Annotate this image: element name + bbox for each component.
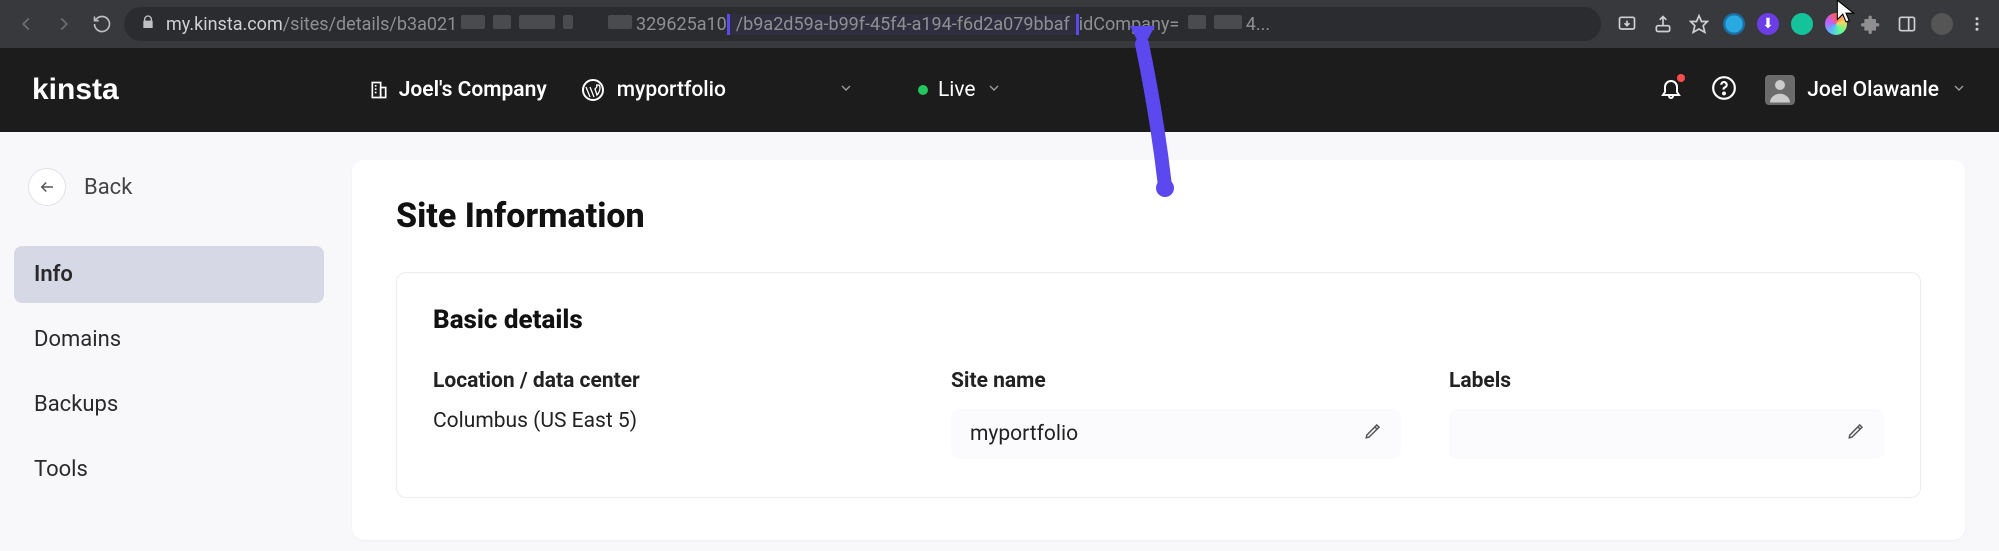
panel-title: Basic details [433, 305, 1884, 335]
location-label: Location / data center [433, 369, 903, 393]
sitename-label: Site name [951, 369, 1401, 393]
details-row: Location / data center Columbus (US East… [433, 369, 1884, 459]
sidebar-item-label: Tools [34, 457, 88, 482]
browser-forward-button[interactable] [48, 8, 80, 40]
side-panel-icon[interactable] [1895, 12, 1919, 36]
edit-icon[interactable] [1847, 422, 1865, 446]
site-switcher[interactable]: myportfolio [581, 78, 854, 102]
content-card: Site Information Basic details Location … [352, 160, 1965, 540]
labels-field: Labels [1449, 369, 1884, 459]
sidebar-item-tools[interactable]: Tools [14, 441, 324, 498]
url-text: my.kinsta.com/sites/details/b3a021 32962… [166, 14, 1585, 35]
help-icon [1711, 75, 1737, 101]
sitename-input[interactable]: myportfolio [951, 409, 1401, 459]
url-tail: 4... [1246, 14, 1270, 35]
redacted-chip [519, 15, 555, 29]
bookmark-star-icon[interactable] [1687, 12, 1711, 36]
environment-label: Live [938, 78, 976, 102]
url-host: my.kinsta.com [166, 14, 283, 35]
url-after-highlight: idCompany= [1079, 14, 1180, 35]
labels-label: Labels [1449, 369, 1884, 393]
redacted-chip [493, 15, 511, 29]
page-title: Site Information [396, 196, 1921, 236]
sidebar: Back Info Domains Backups Tools [0, 132, 352, 551]
chevron-down-icon [1951, 78, 1967, 102]
sidebar-item-label: Backups [34, 392, 118, 417]
url-highlighted-segment: /b9a2d59a-b99f-45f4-a194-f6d2a079bbaf [727, 14, 1079, 35]
user-avatar [1765, 75, 1795, 105]
notification-badge [1677, 74, 1685, 82]
url-path-1: /sites/details/b3a021 [283, 14, 457, 35]
location-value: Columbus (US East 5) [433, 409, 903, 433]
sitename-field: Site name myportfolio [951, 369, 1401, 459]
extension-icon[interactable] [1825, 13, 1847, 35]
arrow-left-icon [28, 168, 66, 206]
user-name: Joel Olawanle [1807, 78, 1939, 102]
wordpress-icon [581, 78, 605, 102]
labels-input[interactable] [1449, 409, 1884, 459]
extension-icon[interactable] [1791, 13, 1813, 35]
kinsta-logo[interactable]: kinsta [32, 73, 119, 107]
url-segment-number: 329625a10 [636, 14, 727, 35]
company-name: Joel's Company [399, 78, 547, 102]
install-app-icon[interactable] [1615, 12, 1639, 36]
sidebar-item-label: Info [34, 262, 73, 287]
page-body: Back Info Domains Backups Tools Site Inf… [0, 132, 1999, 551]
extension-icon[interactable]: ⬇ [1757, 13, 1779, 35]
extensions-puzzle-icon[interactable] [1859, 12, 1883, 36]
chevron-down-icon [986, 78, 1002, 102]
site-name: myportfolio [617, 78, 726, 102]
browser-reload-button[interactable] [86, 8, 118, 40]
sitename-value: myportfolio [970, 422, 1078, 446]
main-content: Site Information Basic details Location … [352, 132, 1999, 551]
redacted-chip [608, 15, 632, 29]
lock-icon [140, 14, 156, 35]
extension-icon[interactable] [1723, 13, 1745, 35]
building-icon [369, 80, 389, 100]
redacted-chip [461, 15, 485, 29]
browser-address-bar[interactable]: my.kinsta.com/sites/details/b3a021 32962… [124, 7, 1601, 41]
location-field: Location / data center Columbus (US East… [433, 369, 903, 459]
sidebar-item-info[interactable]: Info [14, 246, 324, 303]
redacted-chip [1188, 15, 1206, 29]
app-header: kinsta Joel's Company myportfolio Live [0, 48, 1999, 132]
help-button[interactable] [1711, 75, 1737, 105]
redacted-chip [563, 15, 573, 29]
browser-menu-icon[interactable] [1965, 12, 1989, 36]
sidebar-item-domains[interactable]: Domains [14, 311, 324, 368]
browser-back-button[interactable] [10, 8, 42, 40]
sidebar-nav: Info Domains Backups Tools [14, 246, 342, 498]
status-dot-icon [918, 85, 928, 95]
browser-toolbar-icons: ⬇ [1615, 12, 1989, 36]
redacted-chip [1214, 15, 1242, 29]
user-menu[interactable]: Joel Olawanle [1765, 75, 1967, 105]
basic-details-panel: Basic details Location / data center Col… [396, 272, 1921, 498]
chevron-down-icon [838, 78, 854, 102]
browser-chrome: my.kinsta.com/sites/details/b3a021 32962… [0, 0, 1999, 48]
notifications-button[interactable] [1659, 76, 1683, 104]
profile-avatar-icon[interactable] [1931, 13, 1953, 35]
edit-icon[interactable] [1364, 422, 1382, 446]
share-icon[interactable] [1651, 12, 1675, 36]
company-switcher[interactable]: Joel's Company [369, 78, 547, 102]
back-label: Back [84, 175, 132, 200]
sidebar-item-backups[interactable]: Backups [14, 376, 324, 433]
back-button[interactable]: Back [14, 156, 342, 218]
environment-switcher[interactable]: Live [918, 78, 1002, 102]
sidebar-item-label: Domains [34, 327, 121, 352]
